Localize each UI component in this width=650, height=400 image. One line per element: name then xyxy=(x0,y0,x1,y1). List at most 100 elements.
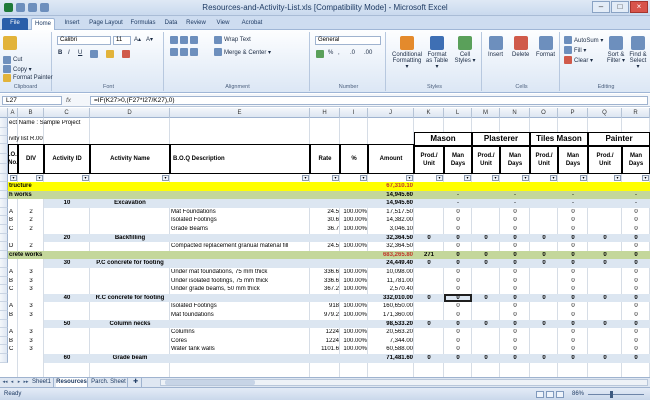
column-header-a[interactable]: A xyxy=(8,108,18,118)
cell-percent[interactable]: 100.00% xyxy=(340,209,368,216)
row-header[interactable] xyxy=(0,293,8,303)
cell-div[interactable]: 2 xyxy=(18,209,44,216)
header-tiles-mason[interactable]: Tiles Mason xyxy=(530,132,588,146)
cell-man-days-value[interactable]: 0 xyxy=(622,278,650,285)
cell-man-days-value[interactable]: 0 xyxy=(444,260,472,267)
cell-man-days-value[interactable]: 0 xyxy=(444,321,472,328)
cell-amount[interactable]: 32,364.50 xyxy=(368,243,414,250)
cell-man-days-value[interactable]: 0 xyxy=(558,209,588,216)
cell-prod-unit-value[interactable]: 0 xyxy=(530,321,558,328)
cell-man-days-value[interactable]: 0 xyxy=(444,217,472,224)
next-sheet-icon[interactable]: ▸ xyxy=(16,379,22,386)
format-painter-button[interactable]: Format Painter xyxy=(3,74,53,82)
zoom-level[interactable]: 86% xyxy=(572,391,584,397)
header-div[interactable]: DIV xyxy=(18,144,44,174)
conditional-formatting-button[interactable]: Conditional Formatting ▾ xyxy=(392,36,422,70)
cell-man-days-value[interactable]: 0 xyxy=(558,329,588,336)
tab-review[interactable]: Review xyxy=(183,18,209,30)
cell-boq-no[interactable]: h works xyxy=(8,192,128,199)
filter-dropdown-icon[interactable]: ▾ xyxy=(162,175,169,181)
cell-man-days-value[interactable]: 0 xyxy=(444,286,472,293)
cell-activity-name[interactable]: R.C concrete for footing xyxy=(90,295,170,302)
row-header[interactable] xyxy=(0,190,8,200)
cell-boq-no[interactable]: B xyxy=(8,217,18,224)
filter-dropdown-icon[interactable]: ▾ xyxy=(522,175,529,181)
cell-rate[interactable]: 24.5 xyxy=(310,209,340,216)
cell-man-days-value[interactable]: 0 xyxy=(622,321,650,328)
tab-data[interactable]: Data xyxy=(161,18,181,30)
cell-man-days-value[interactable]: 0 xyxy=(444,303,472,310)
font-color-button[interactable] xyxy=(122,50,130,58)
cell-man-days-value[interactable]: 0 xyxy=(500,260,530,267)
cell-amount[interactable]: 71,481.60 xyxy=(368,355,414,362)
cell-boq-description[interactable]: Columns xyxy=(170,329,310,336)
row-header[interactable] xyxy=(0,225,8,234)
decrease-decimal-icon[interactable]: .00 xyxy=(364,50,372,56)
cell-man-days-value[interactable]: 0 xyxy=(500,321,530,328)
cell-percent[interactable]: 100.00% xyxy=(340,338,368,345)
shrink-font-button[interactable]: A▾ xyxy=(146,36,153,43)
cell-man-days-value[interactable]: 0 xyxy=(622,243,650,250)
row-header[interactable] xyxy=(0,154,8,164)
cell-man-days-value[interactable]: 0 xyxy=(500,346,530,353)
cell-man-days-value[interactable]: 0 xyxy=(500,286,530,293)
cell-amount[interactable]: 683,265.80 xyxy=(368,252,414,259)
cell-man-days-value[interactable]: - xyxy=(444,200,472,207)
cell-amount[interactable]: 24,449.40 xyxy=(368,260,414,267)
cell-boq-description[interactable]: Under isolated footings, 75 mm thick xyxy=(170,278,310,285)
cell-prod-unit-value[interactable]: 0 xyxy=(472,252,500,259)
header-prod-unit[interactable]: Prod./ Unit xyxy=(414,146,444,174)
autosum-button[interactable]: AutoSum ▾ xyxy=(564,36,603,44)
cell-boq-description[interactable]: Cores xyxy=(170,338,310,345)
cell-div[interactable]: 2 xyxy=(18,217,44,224)
currency-button[interactable] xyxy=(316,50,324,58)
cell-prod-unit-value[interactable]: 0 xyxy=(472,260,500,267)
cell-amount[interactable]: 60,588.00 xyxy=(368,346,414,353)
filter-dropdown-icon[interactable]: ▾ xyxy=(406,175,413,181)
cell-man-days-value[interactable]: - xyxy=(558,200,588,207)
cell-man-days-value[interactable]: 0 xyxy=(558,295,588,302)
column-header-i[interactable]: I xyxy=(340,108,368,118)
row-header[interactable] xyxy=(0,216,8,225)
cell-boq-no[interactable]: A xyxy=(8,329,18,336)
cell-man-days-value[interactable]: 0 xyxy=(558,243,588,250)
new-sheet-icon[interactable]: ✚ xyxy=(130,378,142,387)
cell-rate[interactable]: 367.2 xyxy=(310,286,340,293)
cell-boq-description[interactable]: Mat Foundations xyxy=(170,209,310,216)
cell-boq-no[interactable]: crete works xyxy=(8,252,128,259)
row-header[interactable] xyxy=(0,345,8,354)
header-prod-unit[interactable]: Prod./ Unit xyxy=(530,146,558,174)
cell-man-days-value[interactable]: 0 xyxy=(444,355,472,362)
row-header[interactable] xyxy=(0,182,8,191)
tab-formulas[interactable]: Formulas xyxy=(128,18,158,30)
cell-percent[interactable]: 100.00% xyxy=(340,312,368,319)
cell-man-days-value[interactable]: 0 xyxy=(500,295,530,302)
filter-dropdown-icon[interactable]: ▾ xyxy=(642,175,649,181)
format-button[interactable]: Format xyxy=(536,36,555,58)
cell-man-days-value[interactable]: 0 xyxy=(444,252,472,259)
number-format-box[interactable]: General xyxy=(315,36,381,45)
cell-div[interactable]: 3 xyxy=(18,303,44,310)
cell-man-days-value[interactable]: 0 xyxy=(500,217,530,224)
column-header-k[interactable]: K xyxy=(414,108,444,118)
align-top-icon[interactable] xyxy=(170,36,198,44)
percent-button[interactable]: % xyxy=(328,50,333,56)
cell-man-days-value[interactable]: 0 xyxy=(622,269,650,276)
font-name-box[interactable]: Calibri xyxy=(57,36,111,45)
cell-amount[interactable]: 98,533.20 xyxy=(368,321,414,328)
cell-prod-unit-value[interactable]: 0 xyxy=(588,321,622,328)
horizontal-scrollbar[interactable] xyxy=(160,379,648,386)
row-header[interactable] xyxy=(0,118,8,128)
cell-amount[interactable]: 7,344.00 xyxy=(368,338,414,345)
cell-boq-description[interactable]: Under mat foundations, 75 mm thick xyxy=(170,269,310,276)
align-left-icon[interactable] xyxy=(170,48,198,56)
column-header-h[interactable]: H xyxy=(310,108,340,118)
cell-man-days-value[interactable]: 0 xyxy=(622,329,650,336)
filter-dropdown-icon[interactable]: ▾ xyxy=(436,175,443,181)
cell-prod-unit-value[interactable]: 0 xyxy=(414,260,444,267)
wrap-text-button[interactable]: Wrap Text xyxy=(214,36,251,44)
sort-filter-button[interactable]: Sort & Filter ▾ xyxy=(606,36,626,64)
tab-insert[interactable]: Insert xyxy=(59,18,85,30)
cell-percent[interactable]: 100.00% xyxy=(340,226,368,233)
cell-percent[interactable]: 100.00% xyxy=(340,303,368,310)
